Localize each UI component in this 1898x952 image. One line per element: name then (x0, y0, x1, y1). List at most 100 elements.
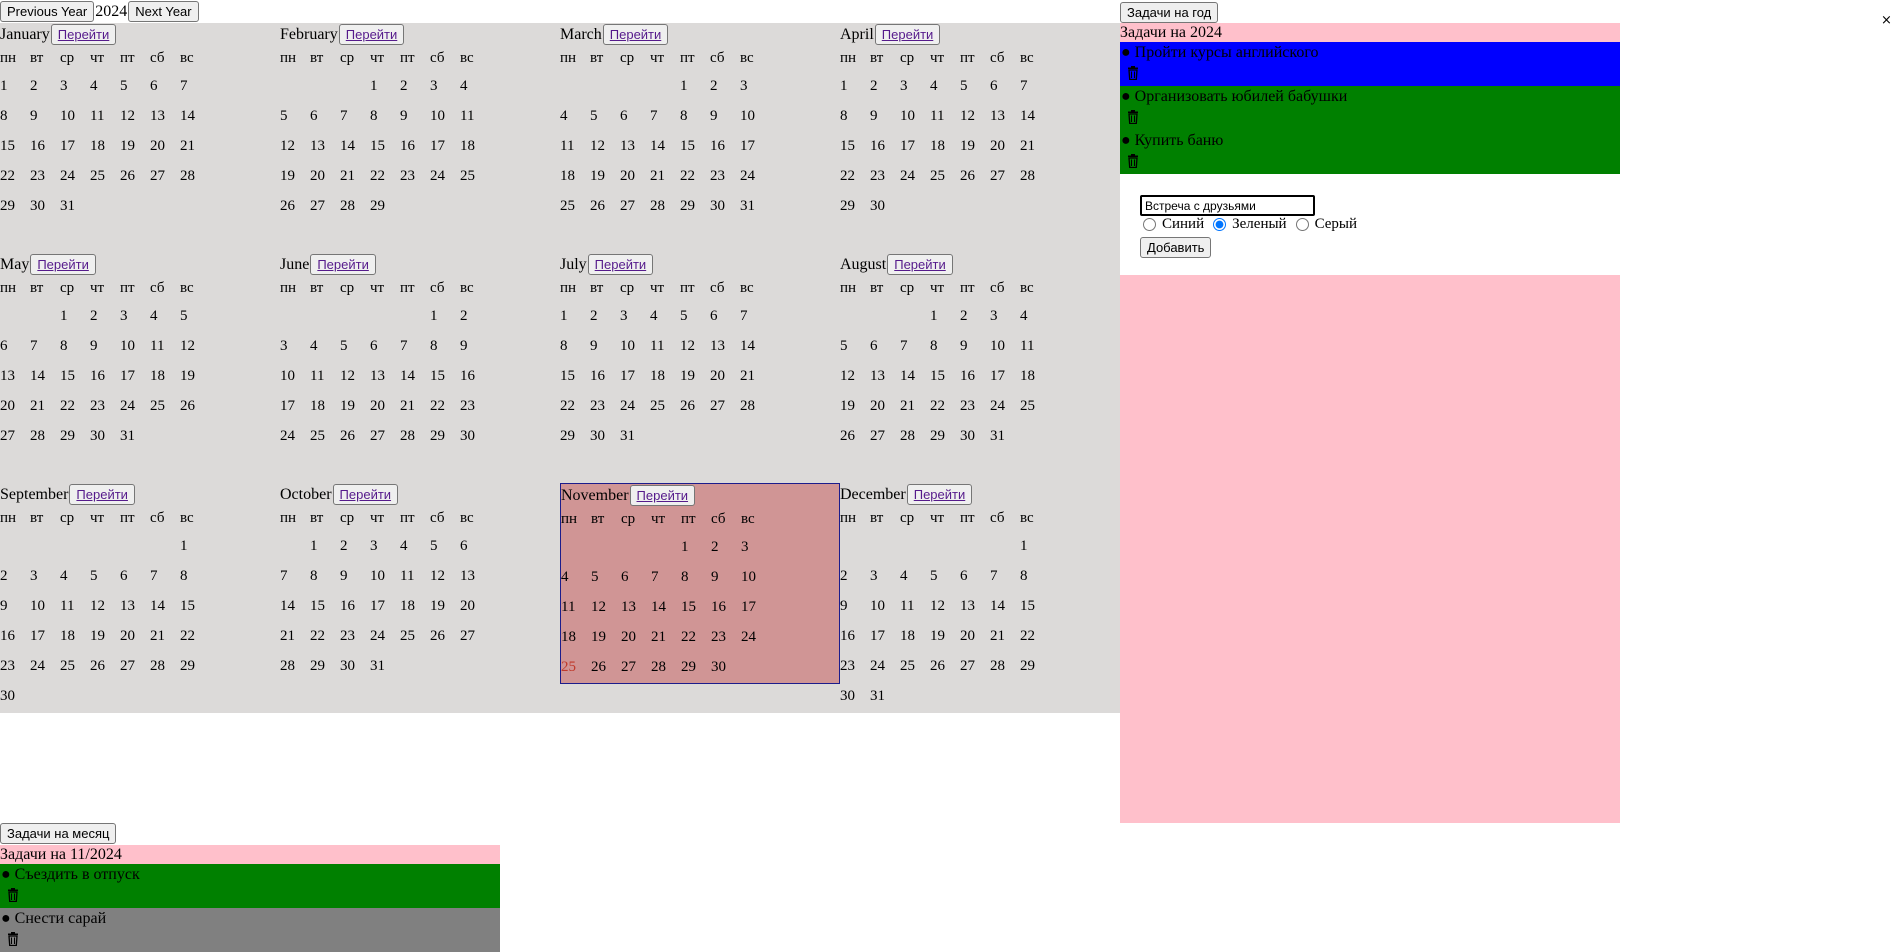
day-cell[interactable]: 11 (560, 131, 590, 161)
day-cell[interactable]: 5 (180, 301, 210, 331)
day-cell[interactable]: 12 (280, 131, 310, 161)
day-cell[interactable]: 14 (990, 591, 1020, 621)
day-cell[interactable]: 18 (900, 621, 930, 651)
day-cell[interactable]: 4 (930, 71, 960, 101)
day-cell[interactable]: 13 (620, 131, 650, 161)
day-cell[interactable]: 14 (1020, 101, 1050, 131)
day-cell[interactable]: 27 (310, 191, 340, 221)
color-radio-green[interactable] (1213, 218, 1227, 231)
go-to-month-button[interactable]: Перейти (338, 24, 405, 45)
day-cell[interactable]: 29 (430, 421, 460, 451)
day-cell[interactable]: 29 (681, 652, 711, 682)
go-to-month-button[interactable]: Перейти (69, 484, 135, 505)
day-cell[interactable]: 6 (960, 561, 990, 591)
day-cell[interactable]: 14 (740, 331, 770, 361)
day-cell[interactable]: 15 (0, 131, 30, 161)
day-cell[interactable]: 31 (60, 191, 90, 221)
day-cell[interactable]: 24 (60, 161, 90, 191)
day-cell[interactable]: 22 (0, 161, 30, 191)
day-cell[interactable]: 13 (150, 101, 180, 131)
day-cell[interactable]: 4 (310, 331, 340, 361)
day-cell[interactable]: 5 (591, 562, 621, 592)
day-cell[interactable]: 7 (650, 101, 680, 131)
day-cell[interactable]: 17 (990, 361, 1020, 391)
day-cell[interactable]: 4 (90, 71, 120, 101)
day-cell[interactable]: 27 (710, 391, 740, 421)
next-year-button[interactable]: Next Year (128, 1, 199, 22)
day-cell[interactable]: 18 (1020, 361, 1050, 391)
day-cell[interactable]: 1 (0, 71, 30, 101)
day-cell[interactable]: 13 (960, 591, 990, 621)
day-cell[interactable]: 28 (340, 191, 370, 221)
day-cell[interactable]: 7 (900, 331, 930, 361)
go-to-month-button[interactable]: Перейти (629, 485, 696, 506)
day-cell[interactable]: 26 (90, 651, 120, 681)
day-cell[interactable]: 8 (680, 101, 710, 131)
day-cell[interactable]: 1 (681, 532, 711, 562)
day-cell[interactable]: 2 (590, 301, 620, 331)
day-cell[interactable]: 15 (60, 361, 90, 391)
day-cell[interactable]: 16 (340, 591, 370, 621)
day-cell[interactable]: 12 (120, 101, 150, 131)
day-cell[interactable]: 24 (740, 161, 770, 191)
day-cell[interactable]: 17 (280, 391, 310, 421)
day-cell[interactable]: 7 (180, 71, 210, 101)
day-cell[interactable]: 29 (840, 191, 870, 221)
day-cell[interactable]: 1 (180, 531, 210, 561)
day-cell[interactable]: 24 (870, 651, 900, 681)
day-cell[interactable]: 29 (0, 191, 30, 221)
day-cell[interactable]: 1 (60, 301, 90, 331)
day-cell[interactable]: 1 (560, 301, 590, 331)
day-cell[interactable]: 14 (180, 101, 210, 131)
day-cell[interactable]: 10 (30, 591, 60, 621)
day-cell[interactable]: 8 (60, 331, 90, 361)
day-cell[interactable]: 14 (150, 591, 180, 621)
day-cell[interactable]: 8 (930, 331, 960, 361)
day-cell[interactable]: 13 (120, 591, 150, 621)
day-cell[interactable]: 22 (1020, 621, 1050, 651)
year-tasks-button[interactable]: Задачи на год (1120, 2, 1219, 23)
day-cell[interactable]: 15 (180, 591, 210, 621)
day-cell[interactable]: 24 (430, 161, 460, 191)
day-cell[interactable]: 23 (90, 391, 120, 421)
day-cell[interactable]: 2 (460, 301, 490, 331)
day-cell[interactable]: 4 (650, 301, 680, 331)
day-cell[interactable]: 12 (90, 591, 120, 621)
day-cell[interactable]: 23 (590, 391, 620, 421)
day-cell[interactable]: 22 (180, 621, 210, 651)
go-to-month-button[interactable]: Перейти (332, 484, 399, 505)
day-cell[interactable]: 20 (120, 621, 150, 651)
day-cell[interactable]: 11 (460, 101, 490, 131)
day-cell[interactable]: 15 (430, 361, 460, 391)
day-cell[interactable]: 10 (741, 562, 771, 592)
day-cell[interactable]: 21 (900, 391, 930, 421)
day-cell[interactable]: 10 (280, 361, 310, 391)
day-cell[interactable]: 14 (900, 361, 930, 391)
day-cell[interactable]: 3 (740, 71, 770, 101)
day-cell[interactable]: 11 (561, 592, 591, 622)
day-cell[interactable]: 26 (180, 391, 210, 421)
day-cell[interactable]: 11 (930, 101, 960, 131)
day-cell[interactable]: 21 (340, 161, 370, 191)
day-cell[interactable]: 5 (340, 331, 370, 361)
day-cell[interactable]: 26 (340, 421, 370, 451)
day-cell[interactable]: 26 (591, 652, 621, 682)
day-cell[interactable]: 11 (150, 331, 180, 361)
day-cell[interactable]: 5 (120, 71, 150, 101)
day-cell[interactable]: 17 (870, 621, 900, 651)
day-cell[interactable]: 10 (990, 331, 1020, 361)
day-cell[interactable]: 25 (900, 651, 930, 681)
go-to-month-button[interactable]: Перейти (50, 24, 117, 45)
day-cell[interactable]: 19 (120, 131, 150, 161)
day-cell[interactable]: 21 (400, 391, 430, 421)
day-cell[interactable]: 6 (621, 562, 651, 592)
day-cell[interactable]: 19 (960, 131, 990, 161)
close-icon[interactable]: × (1881, 13, 1892, 28)
day-cell[interactable]: 31 (120, 421, 150, 451)
day-cell[interactable]: 30 (30, 191, 60, 221)
day-cell[interactable]: 20 (460, 591, 490, 621)
day-cell[interactable]: 22 (310, 621, 340, 651)
day-cell[interactable]: 5 (840, 331, 870, 361)
day-cell[interactable]: 25 (90, 161, 120, 191)
day-cell[interactable]: 13 (0, 361, 30, 391)
